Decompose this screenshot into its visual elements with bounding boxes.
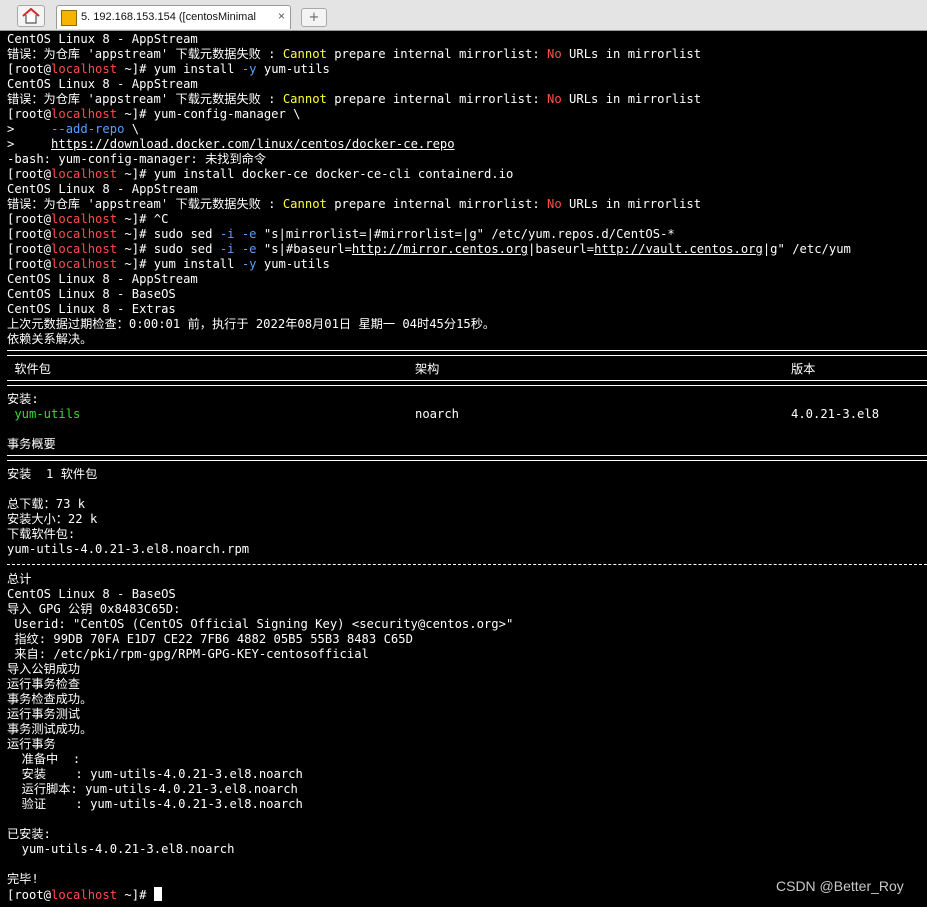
- output-line: 验证 : yum-utils-4.0.21-3.el8.noarch: [7, 797, 303, 811]
- output-line: 准备中 :: [7, 752, 81, 766]
- output-line: 事务测试成功。: [7, 722, 93, 736]
- col-package-header: 软件包: [7, 362, 51, 376]
- table-row: yum-utils noarch 4.0.21-3.el8: [7, 407, 922, 422]
- dashed-rule: [7, 564, 927, 565]
- error-line: 错误：为仓库 'appstream' 下载元数据失败 : Cannot prep…: [7, 47, 702, 61]
- output-line: 安装 1 软件包: [7, 467, 98, 481]
- tab-title: 5. 192.168.153.154 ([centosMinimal: [81, 11, 256, 23]
- text-cursor: [153, 887, 162, 901]
- output-line: 上次元数据过期检查：0:00:01 前，执行于 2022年08月01日 星期一 …: [7, 317, 496, 331]
- output-line: 下载软件包:: [7, 527, 76, 541]
- output-line: CentOS Linux 8 - AppStream: [7, 32, 198, 46]
- output-line: 完毕!: [7, 872, 39, 886]
- output-line: CentOS Linux 8 - AppStream: [7, 182, 198, 196]
- output-line: 指纹: 99DB 70FA E1D7 CE22 7FB6 4882 05B5 5…: [7, 632, 413, 646]
- table-header: 软件包 架构 版本: [7, 362, 922, 377]
- mirror-url-link[interactable]: http://mirror.centos.org: [352, 242, 528, 256]
- vault-url-link[interactable]: http://vault.centos.org: [594, 242, 763, 256]
- repo-url-link[interactable]: https://download.docker.com/linux/centos…: [51, 137, 455, 151]
- prompt-line: [root@localhost ~]# yum install docker-c…: [7, 167, 514, 181]
- watermark: CSDN @Better_Roy: [776, 878, 904, 894]
- output-line: 运行事务测试: [7, 707, 81, 721]
- prompt-line: [root@localhost ~]# ^C: [7, 212, 169, 226]
- output-line: Userid: "CentOS (CentOS Official Signing…: [7, 617, 514, 631]
- col-arch-header: 架构: [415, 362, 440, 376]
- session-tab[interactable]: 5. 192.168.153.154 ([centosMinimal ×: [56, 5, 291, 29]
- package-name: yum-utils: [7, 407, 81, 421]
- output-line: 安装 : yum-utils-4.0.21-3.el8.noarch: [7, 767, 303, 781]
- output-line: 安装:: [7, 392, 39, 406]
- package-arch: noarch: [415, 407, 460, 421]
- output-line: 运行事务检查: [7, 677, 81, 691]
- prompt-line: [root@localhost ~]# yum-config-manager \: [7, 107, 301, 121]
- terminal-icon: [61, 10, 77, 26]
- output-line: CentOS Linux 8 - BaseOS: [7, 587, 176, 601]
- output-line: 运行事务: [7, 737, 56, 751]
- output-line: yum-utils-4.0.21-3.el8.noarch: [7, 842, 235, 856]
- output-line: 事务检查成功。: [7, 692, 93, 706]
- output-line: 安装大小：22 k: [7, 512, 98, 526]
- home-icon: [22, 8, 40, 24]
- prompt-line: [root@localhost ~]# sudo sed -i -e "s|#b…: [7, 242, 851, 256]
- output-line: 运行脚本: yum-utils-4.0.21-3.el8.noarch: [7, 782, 298, 796]
- continuation-line: > https://download.docker.com/linux/cent…: [7, 137, 455, 151]
- error-line: 错误：为仓库 'appstream' 下载元数据失败 : Cannot prep…: [7, 92, 702, 106]
- prompt-line: [root@localhost ~]# sudo sed -i -e "s|mi…: [7, 227, 675, 241]
- table-rule: [7, 380, 927, 386]
- output-line: 总计: [7, 572, 32, 586]
- output-line: CentOS Linux 8 - AppStream: [7, 77, 198, 91]
- prompt-line: [root@localhost ~]# yum install -y yum-u…: [7, 62, 330, 76]
- close-icon[interactable]: ×: [278, 9, 285, 23]
- output-line: 导入 GPG 公钥 0x8483C65D:: [7, 602, 181, 616]
- home-button[interactable]: [17, 5, 45, 27]
- new-tab-button[interactable]: +: [301, 8, 327, 27]
- prompt-line: [root@localhost ~]# yum install -y yum-u…: [7, 257, 330, 271]
- output-line: yum-utils-4.0.21-3.el8.noarch.rpm: [7, 542, 250, 556]
- continuation-line: > --add-repo \: [7, 122, 140, 136]
- package-version: 4.0.21-3.el8: [791, 407, 880, 421]
- table-rule: [7, 350, 927, 356]
- table-rule: [7, 455, 927, 461]
- output-line: 来自: /etc/pki/rpm-gpg/RPM-GPG-KEY-centoso…: [7, 647, 369, 661]
- output-line: 总下载：73 k: [7, 497, 86, 511]
- output-line: CentOS Linux 8 - Extras: [7, 302, 176, 316]
- tab-bar: 5. 192.168.153.154 ([centosMinimal × +: [0, 0, 927, 31]
- terminal-output[interactable]: CentOS Linux 8 - AppStream 错误：为仓库 'appst…: [0, 31, 927, 907]
- output-line: 已安装:: [7, 827, 51, 841]
- output-line: 导入公钥成功: [7, 662, 81, 676]
- output-line: CentOS Linux 8 - AppStream: [7, 272, 198, 286]
- error-line: 错误：为仓库 'appstream' 下载元数据失败 : Cannot prep…: [7, 197, 702, 211]
- prompt-line: [root@localhost ~]#: [7, 887, 162, 902]
- col-version-header: 版本: [791, 362, 816, 376]
- output-line: CentOS Linux 8 - BaseOS: [7, 287, 176, 301]
- output-line: 事务概要: [7, 437, 56, 451]
- output-line: -bash: yum-config-manager: 未找到命令: [7, 152, 267, 166]
- output-line: 依赖关系解决。: [7, 332, 93, 346]
